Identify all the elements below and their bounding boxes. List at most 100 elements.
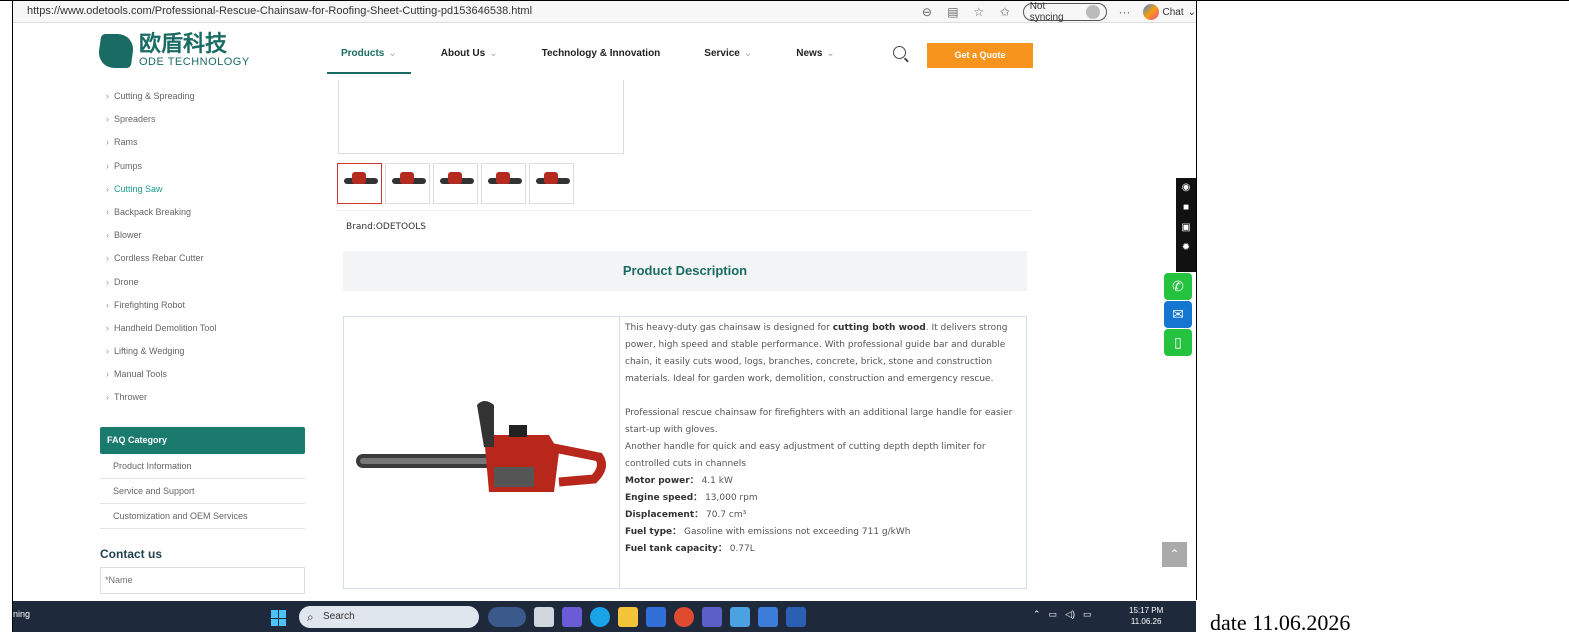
sync-button[interactable]: Not syncing xyxy=(1022,1,1107,23)
windows-icon[interactable]: ▣ xyxy=(1176,218,1196,238)
task-view-icon[interactable] xyxy=(534,607,554,627)
sidebar-category-item[interactable]: Handheld Demolition Tool xyxy=(100,318,305,341)
taskbar-search[interactable]: Search xyxy=(299,606,479,628)
store-icon[interactable] xyxy=(646,607,666,627)
sidebar-category-item[interactable]: Thrower xyxy=(100,387,305,410)
sidebar-category-item[interactable]: Cutting & Spreading xyxy=(100,86,305,109)
product-description-text: This heavy-duty gas chainsaw is designed… xyxy=(625,320,1021,558)
logo-english: ODE TECHNOLOGY xyxy=(139,56,250,68)
word-icon[interactable] xyxy=(786,607,806,627)
faq-item[interactable]: Product Information xyxy=(100,454,305,479)
chain xyxy=(360,458,492,464)
right-border xyxy=(1196,0,1197,600)
scroll-to-top-icon[interactable]: ⌃ xyxy=(1162,542,1187,567)
reader-icon[interactable]: ▤ xyxy=(945,4,961,20)
sidebar-category-item[interactable]: Drone xyxy=(100,272,305,295)
faq-item[interactable]: Service and Support xyxy=(100,479,305,504)
whatsapp-icon[interactable]: ✆ xyxy=(1164,273,1192,300)
camera-icon[interactable]: ◉ xyxy=(1176,178,1196,198)
thumbnail[interactable] xyxy=(337,163,382,204)
thumbnail[interactable] xyxy=(433,163,478,204)
sidebar-category-item[interactable]: Cutting Saw xyxy=(100,179,305,202)
logo[interactable]: 欧盾科技 ODE TECHNOLOGY xyxy=(96,34,250,68)
outlook-icon[interactable] xyxy=(758,607,778,627)
spec-row: Fuel type： Gasoline with emissions not e… xyxy=(625,524,1021,541)
phone-icon[interactable]: ▯ xyxy=(1164,329,1192,356)
nav-about-label: About Us xyxy=(440,47,486,59)
spec-value: 4.1 kW xyxy=(701,476,733,486)
sidebar-category-item[interactable]: Lifting & Wedging xyxy=(100,341,305,364)
floating-toolbar: ◉ ■ ▣ ✹ xyxy=(1176,178,1196,272)
nav-about-us[interactable]: About Us ⌄ xyxy=(441,23,498,83)
more-menu-icon[interactable]: ··· xyxy=(1117,4,1133,20)
sidebar: Cutting & SpreadingSpreadersRamsPumpsCut… xyxy=(100,86,305,594)
thumbnail[interactable] xyxy=(529,163,574,204)
engine-cover xyxy=(494,467,534,487)
chevron-down-icon: ⌄ xyxy=(826,47,835,59)
file-explorer-icon[interactable] xyxy=(618,607,638,627)
nav-technology-label: Technology & Innovation xyxy=(541,47,661,59)
thumbnail[interactable] xyxy=(481,163,526,204)
chainsaw-image xyxy=(392,172,426,184)
sidebar-category-item[interactable]: Backpack Breaking xyxy=(100,202,305,225)
get-quote-button[interactable]: Get a Quote xyxy=(927,43,1033,68)
text-bold: cutting both wood xyxy=(832,323,926,333)
thumbnail[interactable] xyxy=(385,163,430,204)
product-image-cell xyxy=(344,317,620,588)
edge-icon[interactable] xyxy=(590,607,610,627)
taskbar: ning Search ⌃ ▭ ◁) ▭ 15:17 PM 11.06.26 xyxy=(13,601,1196,632)
email-icon[interactable]: ✉ xyxy=(1164,301,1192,328)
system-tray: ⌃ ▭ ◁) ▭ xyxy=(1033,609,1092,620)
time: 15:17 PM xyxy=(1129,606,1164,615)
favorites-list-icon[interactable]: ✩ xyxy=(997,4,1013,20)
description-paragraph: This heavy-duty gas chainsaw is designed… xyxy=(625,320,1021,388)
search-icon[interactable] xyxy=(893,46,906,59)
spec-value: 70.7 cm³ xyxy=(706,510,747,520)
nav-service[interactable]: Service ⌄ xyxy=(704,23,752,83)
widgets-icon[interactable] xyxy=(488,607,526,627)
address-bar[interactable]: https://www.odetools.com/Professional-Re… xyxy=(27,5,532,17)
sidebar-category-item[interactable]: Firefighting Robot xyxy=(100,295,305,318)
chevron-down-icon: ⌄ xyxy=(1187,6,1197,18)
volume-icon[interactable]: ◁) xyxy=(1065,609,1075,620)
left-border xyxy=(12,0,13,632)
notepad-icon[interactable] xyxy=(730,607,750,627)
app-icon[interactable] xyxy=(674,607,694,627)
date-caption: date 11.06.2026 xyxy=(1210,610,1351,632)
zoom-icon[interactable]: ⊖ xyxy=(919,4,935,20)
battery-icon[interactable]: ▭ xyxy=(1083,609,1092,620)
video-icon[interactable]: ■ xyxy=(1176,198,1196,218)
sidebar-category-item[interactable]: Manual Tools xyxy=(100,364,305,387)
chainsaw-image xyxy=(440,172,474,184)
name-field[interactable] xyxy=(100,566,305,594)
nav-service-label: Service xyxy=(704,47,740,59)
windows-start-icon[interactable] xyxy=(271,610,287,626)
description-paragraph: Professional rescue chainsaw for firefig… xyxy=(625,408,1013,435)
sidebar-category-item[interactable]: Blower xyxy=(100,225,305,248)
display-icon[interactable]: ▭ xyxy=(1049,609,1058,620)
main-product-image[interactable] xyxy=(338,80,624,154)
teams-icon[interactable] xyxy=(702,607,722,627)
cap xyxy=(509,425,527,437)
faq-category-heading: FAQ Category xyxy=(100,426,305,454)
chainsaw-image xyxy=(344,172,378,184)
copilot-app-icon[interactable] xyxy=(562,607,582,627)
sidebar-category-item[interactable]: Pumps xyxy=(100,156,305,179)
gear-icon[interactable]: ✹ xyxy=(1176,238,1196,258)
faq-item[interactable]: Customization and OEM Services xyxy=(100,504,305,529)
copilot-chat-button[interactable]: Chat ⌄ xyxy=(1142,4,1197,20)
nav-technology[interactable]: Technology & Innovation xyxy=(542,23,661,83)
chevron-up-icon[interactable]: ⌃ xyxy=(1033,609,1041,620)
clock[interactable]: 15:17 PM 11.06.26 xyxy=(1129,605,1163,627)
nav-products[interactable]: Products ⌄ xyxy=(327,23,411,83)
contact-heading: Contact us xyxy=(100,546,163,561)
sidebar-category-item[interactable]: Cordless Rebar Cutter xyxy=(100,248,305,271)
sidebar-category-item[interactable]: Rams xyxy=(100,132,305,155)
sidebar-category-item[interactable]: Spreaders xyxy=(100,109,305,132)
browser-toolbar: https://www.odetools.com/Professional-Re… xyxy=(13,1,1196,23)
spec-label: Engine speed： xyxy=(625,493,703,503)
sync-label: Not syncing xyxy=(1029,1,1064,23)
favorite-star-icon[interactable]: ☆ xyxy=(971,4,987,20)
nav-news[interactable]: News ⌄ xyxy=(796,23,835,83)
